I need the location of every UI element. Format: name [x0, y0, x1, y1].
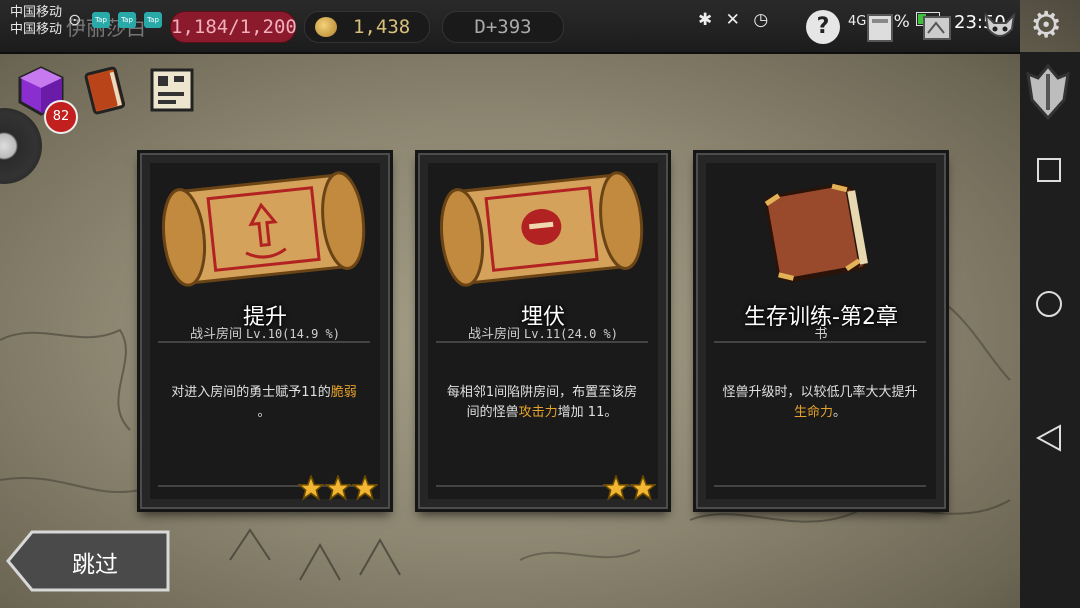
- coin-icon: [315, 17, 337, 37]
- scroll-icon: [162, 171, 366, 287]
- skip-button[interactable]: 跳过: [72, 545, 118, 579]
- system-nav-bar: [1020, 52, 1080, 608]
- quest-scroll-icon[interactable]: [146, 64, 200, 118]
- card-body: 埋伏 战斗房间 Lv.11(24.0 %) 每相邻1间陷阱房间，布置至该房间的怪兽…: [428, 163, 658, 501]
- reward-card[interactable]: 提升 战斗房间 Lv.10(14.9 %) 对进入房间的勇士赋予11的脆弱。: [140, 153, 390, 509]
- map-icon[interactable]: [920, 9, 956, 45]
- mute-icon: ✕: [725, 10, 740, 30]
- monster-icon[interactable]: [982, 9, 1018, 45]
- card-description: 对进入房间的勇士赋予11的脆弱。: [164, 383, 364, 423]
- star-rating: [602, 475, 656, 505]
- carrier-label-2: 中国移动: [10, 22, 63, 37]
- scroll-icon: [440, 171, 644, 287]
- card-type: 战斗房间: [468, 327, 521, 342]
- journal-icon[interactable]: [862, 9, 898, 45]
- desc-text-end: 增加 11。: [557, 405, 618, 420]
- book-icon: [764, 183, 868, 283]
- gold-counter: 1,438: [304, 11, 430, 43]
- card-type: 战斗房间: [190, 327, 243, 342]
- card-subtitle: 书: [706, 323, 936, 342]
- desc-highlight: 攻击力: [518, 405, 558, 420]
- reward-card[interactable]: 生存训练-第2章 书 怪兽升级时，以较低几率大大提升生命力。: [696, 153, 946, 509]
- recent-apps-button[interactable]: [1020, 156, 1080, 186]
- carrier-info: 中国移动 中国移动: [10, 4, 62, 38]
- desc-text-end: 。: [257, 405, 271, 420]
- alarm-icon: ◷: [753, 10, 769, 30]
- settings-gear-icon[interactable]: ⚙: [1030, 8, 1062, 44]
- notification-icon: ⊙: [68, 10, 82, 29]
- card-body: 提升 战斗房间 Lv.10(14.9 %) 对进入房间的勇士赋予11的脆弱。: [150, 163, 380, 501]
- game-screen: 中国移动 中国移动 伊丽莎白 ⊙ Tap Tap Tap 1,184/1,200…: [0, 0, 1080, 608]
- cube-count-badge: 82: [44, 100, 78, 134]
- star-icon: [352, 475, 378, 501]
- card-description: 怪兽升级时，以较低几率大大提升生命力。: [720, 383, 920, 423]
- card-description-box: 对进入房间的勇士赋予11的脆弱。: [158, 341, 370, 487]
- gold-value: 1,438: [353, 16, 411, 38]
- top-bar: 中国移动 中国移动 伊丽莎白 ⊙ Tap Tap Tap 1,184/1,200…: [0, 0, 1062, 54]
- help-button[interactable]: ?: [806, 10, 840, 44]
- card-description: 每相邻1间陷阱房间，布置至该房间的怪兽攻击力增加 11。: [442, 383, 642, 423]
- star-icon: [298, 475, 324, 501]
- card-subtitle: 战斗房间 Lv.10(14.9 %): [150, 323, 380, 342]
- star-icon: [630, 475, 656, 501]
- guild-emblem-icon[interactable]: [1016, 60, 1080, 124]
- star-rating: [297, 475, 378, 505]
- card-description-box: 每相邻1间陷阱房间，布置至该房间的怪兽攻击力增加 11。: [436, 341, 648, 487]
- hp-counter: 1,184/1,200: [170, 11, 297, 43]
- star-icon: [325, 475, 351, 501]
- card-level: Lv.10(14.9 %): [246, 327, 340, 341]
- tap-badge: Tap: [144, 12, 162, 28]
- day-counter: D+393: [442, 11, 564, 43]
- desc-text: 对进入房间的勇士赋予11的: [171, 385, 331, 400]
- desc-highlight: 脆弱: [330, 385, 357, 400]
- spellbook-icon[interactable]: [80, 64, 134, 118]
- tap-badge: Tap: [92, 12, 110, 28]
- carrier-label-1: 中国移动: [10, 5, 63, 20]
- home-button[interactable]: [1020, 288, 1080, 320]
- card-description-box: 怪兽升级时，以较低几率大大提升生命力。: [714, 341, 926, 487]
- desc-highlight: 生命力: [793, 405, 833, 420]
- star-icon: [603, 475, 629, 501]
- card-body: 生存训练-第2章 书 怪兽升级时，以较低几率大大提升生命力。: [706, 163, 936, 499]
- reward-card[interactable]: 埋伏 战斗房间 Lv.11(24.0 %) 每相邻1间陷阱房间，布置至该房间的怪兽…: [418, 153, 668, 509]
- system-status: ✱ ✕ ◷: [698, 10, 776, 30]
- tap-badge: Tap: [118, 12, 136, 28]
- desc-text-end: 。: [833, 405, 847, 420]
- card-type: 书: [814, 327, 828, 342]
- back-button[interactable]: [1020, 422, 1080, 454]
- desc-text: 怪兽升级时，以较低几率大大提升: [722, 385, 918, 400]
- bluetooth-icon: ✱: [698, 10, 713, 30]
- card-level: Lv.11(24.0 %): [524, 327, 618, 341]
- card-subtitle: 战斗房间 Lv.11(24.0 %): [428, 323, 658, 342]
